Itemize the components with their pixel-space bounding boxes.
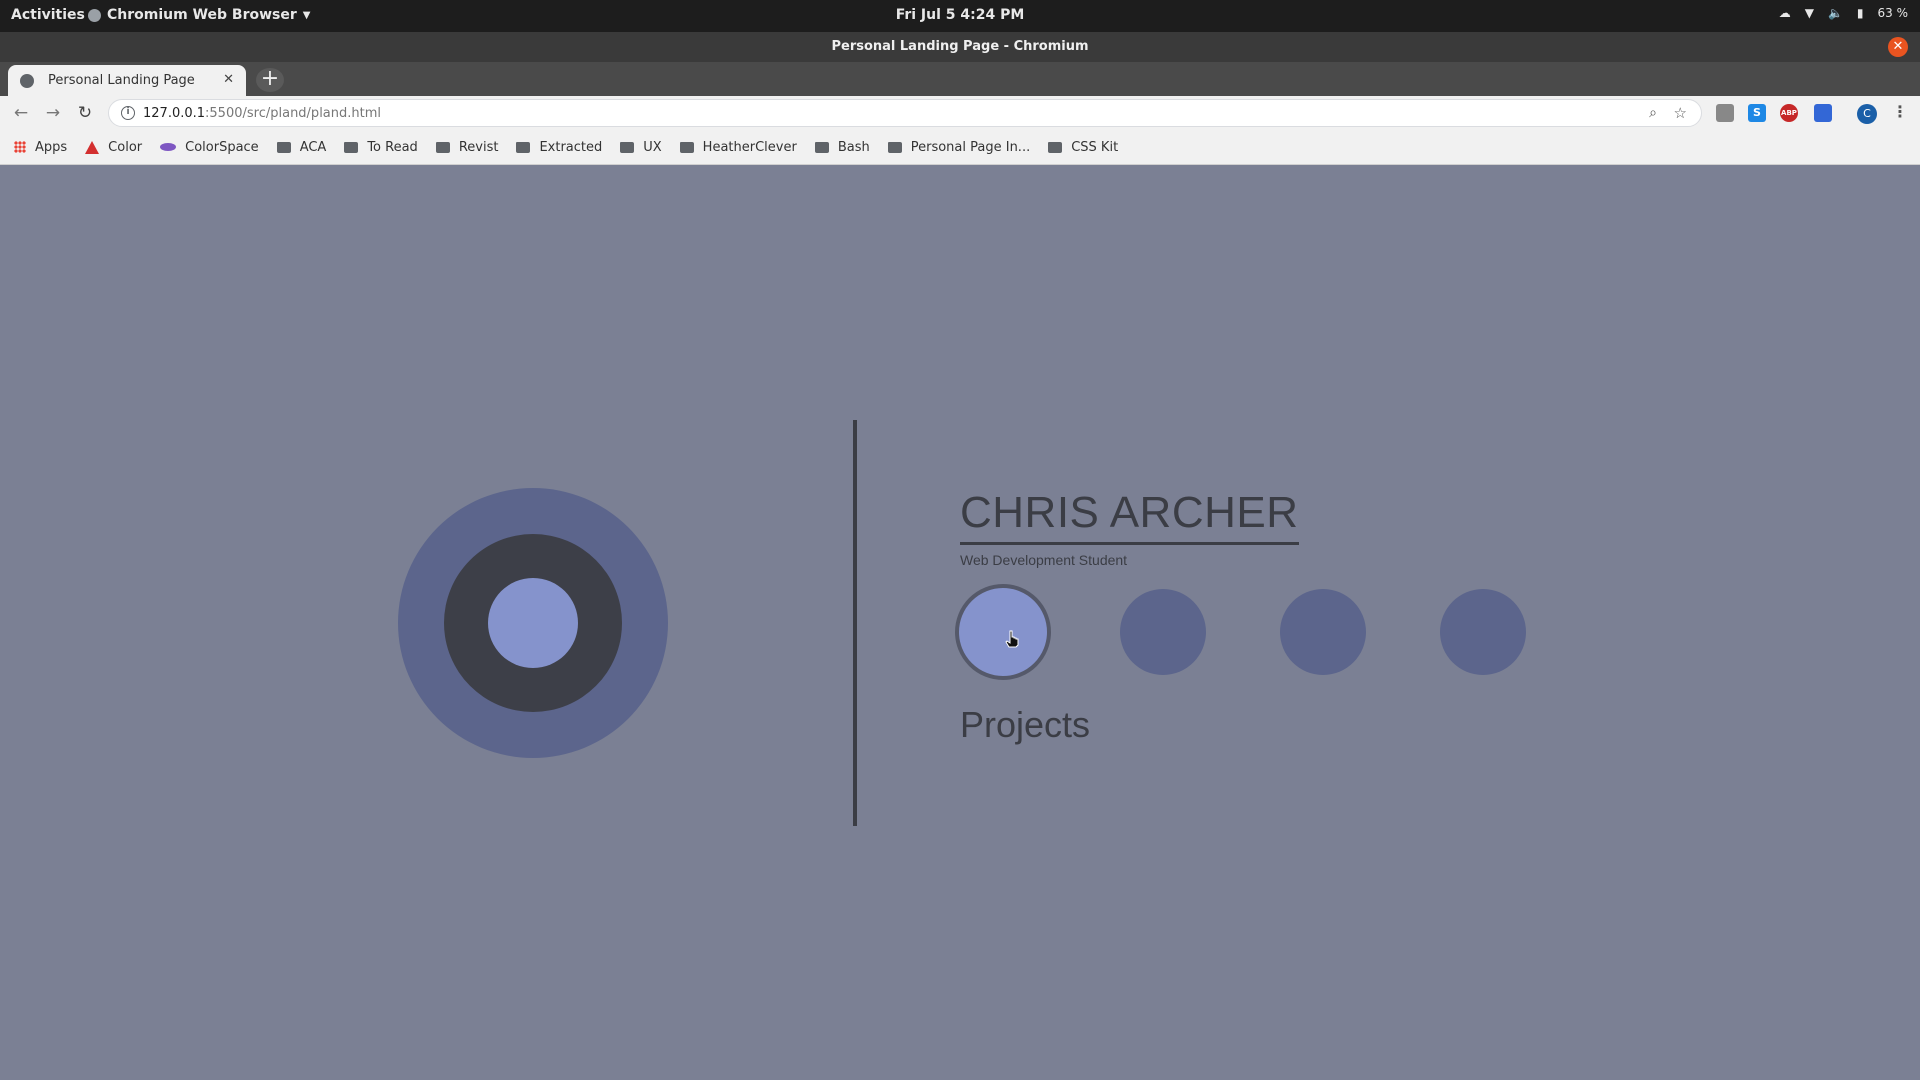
- adobe-icon: [85, 140, 100, 154]
- logo-target-icon: [398, 488, 668, 758]
- bookmark-heatherclever[interactable]: HeatherClever: [679, 139, 797, 155]
- bookmark-personal-page[interactable]: Personal Page In...: [887, 139, 1031, 155]
- bookmark-css-kit[interactable]: CSS Kit: [1048, 140, 1118, 155]
- tab-strip: Personal Landing Page ✕ +: [0, 62, 1920, 96]
- bookmark-label: HeatherClever: [702, 139, 797, 155]
- window-close-button[interactable]: ✕: [1888, 37, 1908, 57]
- clock[interactable]: Fri Jul 5 4:24 PM: [896, 7, 1025, 23]
- app-name: Chromium Web Browser: [107, 7, 297, 23]
- browser-toolbar: ← → ↻ i 127.0.0.1:5500/src/pland/pland.h…: [0, 96, 1920, 130]
- tab-close-icon[interactable]: ✕: [223, 72, 234, 87]
- reload-button[interactable]: ↻: [74, 102, 96, 124]
- address-bar[interactable]: i 127.0.0.1:5500/src/pland/pland.html ⌕ …: [108, 99, 1702, 127]
- bookmark-label: ColorSpace: [185, 139, 259, 155]
- projects-heading: Projects: [960, 704, 1091, 745]
- url-path: :5500/src/pland/pland.html: [205, 106, 382, 121]
- extension-icon[interactable]: [1716, 104, 1734, 122]
- bookmarks-bar: Apps Color ColorSpace ACA To Read Revist…: [0, 130, 1920, 165]
- chromium-icon: [88, 8, 101, 22]
- bookmark-revist[interactable]: Revist: [435, 139, 499, 155]
- nav-circle-3[interactable]: [1280, 589, 1366, 675]
- menu-icon[interactable]: ⋮: [1892, 102, 1908, 121]
- back-button[interactable]: ←: [10, 102, 32, 124]
- apps-grid-icon: [14, 141, 26, 153]
- profile-name: CHRIS ARCHER: [960, 488, 1299, 545]
- battery-icon: ▮: [1856, 6, 1864, 20]
- url-text[interactable]: 127.0.0.1:5500/src/pland/pland.html: [143, 106, 381, 121]
- folder-icon: [887, 141, 902, 153]
- bookmark-label: ACA: [299, 139, 327, 155]
- bookmark-label: Personal Page In...: [910, 139, 1031, 155]
- activities-button[interactable]: Activities: [11, 7, 85, 23]
- bookmark-star-icon[interactable]: ☆: [1674, 104, 1687, 122]
- bookmark-label: CSS Kit: [1071, 139, 1119, 155]
- forward-button[interactable]: →: [42, 102, 64, 124]
- globe-icon: [20, 73, 34, 88]
- adblock-extension-icon[interactable]: ABP: [1780, 104, 1798, 122]
- folder-icon: [1048, 141, 1063, 153]
- folder-icon: [344, 141, 359, 153]
- bookmark-label: Extracted: [539, 139, 603, 155]
- colorspace-icon: [160, 143, 177, 151]
- bookmark-label: To Read: [367, 139, 418, 155]
- folder-icon: [620, 141, 635, 153]
- bookmark-bash[interactable]: Bash: [814, 139, 870, 155]
- bookmark-label: Bash: [837, 139, 870, 155]
- tab-personal-landing-page[interactable]: Personal Landing Page ✕: [8, 65, 246, 96]
- app-menu[interactable]: Chromium Web Browser ▼: [88, 7, 310, 23]
- folder-icon: [516, 141, 531, 153]
- logo-ring: [444, 534, 622, 712]
- zoom-icon[interactable]: ⌕: [1649, 105, 1657, 121]
- bookmark-colorspace[interactable]: ColorSpace: [160, 140, 259, 155]
- new-tab-button[interactable]: +: [256, 68, 284, 92]
- profile-avatar[interactable]: C: [1857, 104, 1877, 124]
- eyedropper-extension-icon[interactable]: [1814, 104, 1832, 122]
- bookmark-ux[interactable]: UX: [620, 139, 662, 155]
- bookmark-aca[interactable]: ACA: [276, 139, 327, 155]
- nav-circle-2[interactable]: [1120, 589, 1206, 675]
- bookmark-apps[interactable]: Apps: [14, 140, 67, 155]
- nav-circle-4[interactable]: [1440, 589, 1526, 675]
- window-title: Personal Landing Page - Chromium: [831, 39, 1089, 54]
- folder-icon: [679, 141, 694, 153]
- system-tray[interactable]: ☁ ▼ 🔈 ▮ 63 %: [1779, 6, 1908, 20]
- folder-icon: [435, 141, 450, 153]
- wifi-icon: ▼: [1804, 6, 1814, 20]
- bookmark-label: Apps: [35, 139, 68, 155]
- window-title-bar: Personal Landing Page - Chromium ✕: [0, 32, 1920, 62]
- bookmark-to-read[interactable]: To Read: [344, 139, 418, 155]
- chevron-down-icon: ▼: [302, 9, 311, 21]
- bookmark-color[interactable]: Color: [85, 140, 142, 155]
- simplenote-extension-icon[interactable]: S: [1748, 104, 1766, 122]
- page-content: CHRIS ARCHER Web Development Student Pro…: [0, 166, 1920, 1080]
- bookmark-label: UX: [643, 139, 662, 155]
- system-top-bar: Activities Chromium Web Browser ▼ Fri Ju…: [0, 0, 1920, 32]
- profile-subtitle: Web Development Student: [960, 552, 1128, 568]
- info-icon[interactable]: i: [121, 106, 135, 120]
- volume-icon: 🔈: [1827, 6, 1843, 20]
- nav-circle-1[interactable]: [955, 584, 1051, 680]
- url-host: 127.0.0.1: [143, 106, 206, 121]
- tab-label: Personal Landing Page: [48, 73, 195, 88]
- bookmark-extracted[interactable]: Extracted: [516, 140, 602, 155]
- bookmark-label: Revist: [458, 139, 499, 155]
- battery-percentage: 63 %: [1877, 6, 1909, 20]
- bookmark-label: Color: [108, 139, 143, 155]
- hand-cursor-icon: [1005, 630, 1019, 648]
- folder-icon: [814, 141, 829, 153]
- vertical-divider: [853, 420, 857, 826]
- folder-icon: [276, 141, 291, 153]
- logo-center: [488, 578, 578, 668]
- cloud-icon: ☁: [1778, 6, 1791, 20]
